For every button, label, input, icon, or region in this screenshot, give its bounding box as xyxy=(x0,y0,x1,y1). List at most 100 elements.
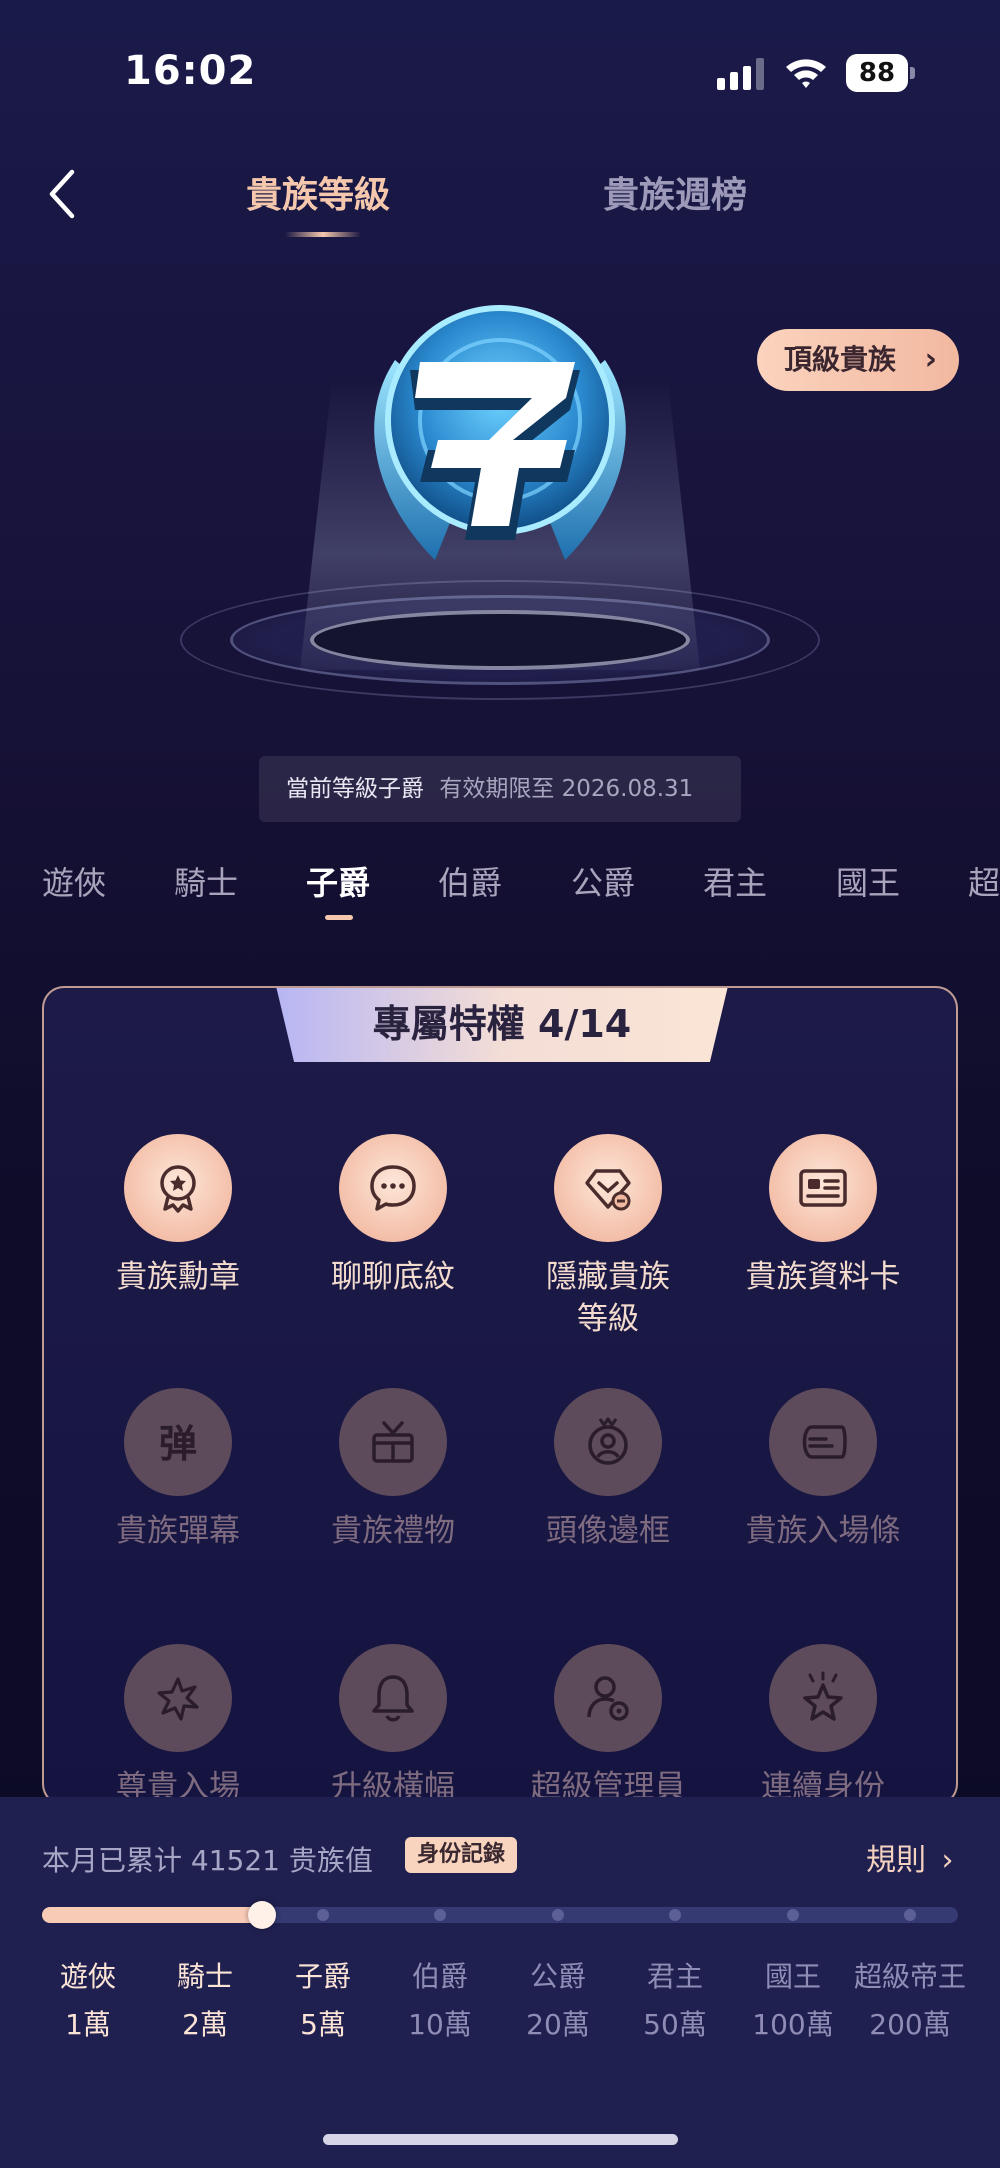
privilege-label: 貴族勳章 xyxy=(116,1259,240,1295)
privilege-item[interactable]: 弹 貴族彈幕 xyxy=(88,1388,268,1552)
tab-noble-level[interactable]: 貴族等級 xyxy=(246,166,390,218)
active-tab-indicator xyxy=(285,232,361,237)
star-crown-icon xyxy=(769,1644,877,1752)
tier-value: 20萬 xyxy=(526,2008,590,2041)
chat-bubble-icon xyxy=(339,1134,447,1242)
tier-name: 君主 xyxy=(646,1960,703,1993)
tier-value: 200萬 xyxy=(869,2008,951,2041)
tier-duke: 公爵 20萬 xyxy=(498,1957,618,2045)
level-tab-monarch[interactable]: 君主 xyxy=(703,858,767,904)
progress-milestone-dot xyxy=(552,1909,564,1921)
rules-label: 規則 xyxy=(866,1843,926,1878)
privilege-item[interactable]: 隱藏貴族 等級 xyxy=(518,1134,698,1340)
tier-viscount: 子爵 5萬 xyxy=(263,1957,383,2045)
progress-milestone-dot xyxy=(787,1909,799,1921)
privilege-label: 頭像邊框 xyxy=(546,1513,670,1549)
top-noble-button[interactable]: 頂級貴族 › xyxy=(757,329,959,391)
back-arrow-icon[interactable] xyxy=(44,164,84,224)
privilege-label: 貴族禮物 xyxy=(331,1513,455,1549)
tier-name: 遊俠 xyxy=(59,1960,116,1993)
progress-fill xyxy=(42,1907,262,1923)
sparkle-entrance-icon xyxy=(124,1644,232,1752)
tier-name: 子爵 xyxy=(294,1960,351,1993)
tier-value: 10萬 xyxy=(408,2008,472,2041)
avatar-frame-icon xyxy=(554,1388,662,1496)
level-tab-earl[interactable]: 伯爵 xyxy=(438,858,502,904)
status-bar: 16:02 88 xyxy=(0,0,1000,140)
battery-icon: 88 xyxy=(846,54,916,92)
accumulated-value-text: 本月已累计 41521 贵族值 xyxy=(42,1844,373,1877)
level-tab-super[interactable]: 超 xyxy=(968,858,1000,904)
identity-record-button[interactable]: 身份記錄 xyxy=(405,1837,518,1873)
current-level-text: 當前等級子爵 xyxy=(286,776,424,802)
privilege-item[interactable]: 貴族入場條 xyxy=(733,1388,913,1552)
admin-user-icon xyxy=(554,1644,662,1752)
medal-icon xyxy=(124,1134,232,1242)
privilege-label: 貴族入場條 xyxy=(745,1513,901,1549)
wifi-icon xyxy=(786,59,826,88)
tier-name: 騎士 xyxy=(176,1960,233,1993)
privilege-label: 隱藏貴族 等級 xyxy=(546,1259,670,1337)
expiry-text: 有效期限至 2026.08.31 xyxy=(439,776,694,802)
current-level-info: 當前等級子爵 有效期限至 2026.08.31 xyxy=(259,756,741,822)
tab-noble-weekly-rank[interactable]: 貴族週榜 xyxy=(603,166,747,218)
tier-monarch: 君主 50萬 xyxy=(615,1957,735,2045)
tier-value: 50萬 xyxy=(643,2008,707,2041)
progress-knob xyxy=(248,1901,276,1929)
privilege-item[interactable]: 連續身份 xyxy=(733,1644,913,1804)
chevron-right-icon: › xyxy=(941,1843,954,1878)
progress-milestone-dot xyxy=(904,1909,916,1921)
privilege-item[interactable]: 聊聊底紋 xyxy=(303,1134,483,1298)
level-tab-knight[interactable]: 騎士 xyxy=(174,858,238,904)
privilege-item[interactable]: 尊貴入場 xyxy=(88,1644,268,1804)
tier-name: 國王 xyxy=(764,1960,821,1993)
battery-level: 88 xyxy=(858,58,896,88)
progress-milestone-dot xyxy=(317,1909,329,1921)
tier-name: 伯爵 xyxy=(411,1960,468,1993)
stage-inner-ring xyxy=(310,610,690,670)
tier-knight: 騎士 2萬 xyxy=(145,1957,265,2045)
privilege-label: 貴族資料卡 xyxy=(745,1259,901,1295)
privilege-item[interactable]: 頭像邊框 xyxy=(518,1388,698,1552)
privilege-item[interactable]: 貴族勳章 xyxy=(88,1134,268,1298)
privileges-title: 專屬特權 4/14 xyxy=(276,988,728,1062)
level-tab-duke[interactable]: 公爵 xyxy=(571,858,635,904)
level-selector: 遊俠 騎士 子爵 伯爵 公爵 君主 國王 超 xyxy=(0,858,1000,928)
svg-text:弹: 弹 xyxy=(159,1422,197,1466)
entrance-bar-icon xyxy=(769,1388,877,1496)
progress-milestone-dot xyxy=(669,1909,681,1921)
viscount-badge-icon xyxy=(374,305,626,560)
tier-name: 公爵 xyxy=(529,1960,586,1993)
level-tab-ranger[interactable]: 遊俠 xyxy=(42,858,106,904)
tier-ranger: 遊俠 1萬 xyxy=(28,1957,148,2045)
home-indicator[interactable] xyxy=(323,2134,678,2145)
top-noble-label: 頂級貴族 xyxy=(784,343,897,376)
barrage-icon: 弹 xyxy=(124,1388,232,1496)
profile-card-icon xyxy=(769,1134,877,1242)
tier-value: 100萬 xyxy=(752,2008,834,2041)
tier-super-emperor: 超級帝王 200萬 xyxy=(850,1957,970,2045)
hidden-badge-icon xyxy=(554,1134,662,1242)
privilege-label: 聊聊底紋 xyxy=(331,1259,455,1295)
level-tab-indicator xyxy=(325,915,353,920)
level-tab-viscount[interactable]: 子爵 xyxy=(306,858,370,904)
tier-value: 5萬 xyxy=(300,2008,346,2041)
top-navigation: 貴族等級 貴族週榜 xyxy=(0,150,1000,260)
tier-earl: 伯爵 10萬 xyxy=(380,1957,500,2045)
cellular-signal-icon xyxy=(717,58,764,90)
privilege-label: 貴族彈幕 xyxy=(116,1513,240,1549)
privilege-item[interactable]: 貴族資料卡 xyxy=(733,1134,913,1298)
status-time: 16:02 xyxy=(124,48,257,94)
gift-box-icon xyxy=(339,1388,447,1496)
privilege-item[interactable]: 超級管理員 xyxy=(518,1644,698,1804)
level-tab-king[interactable]: 國王 xyxy=(836,858,900,904)
privilege-item[interactable]: 升級橫幅 xyxy=(303,1644,483,1804)
rules-link[interactable]: 規則 › xyxy=(866,1835,954,1879)
tier-value: 2萬 xyxy=(182,2008,228,2041)
noble-progress-panel: 本月已累计 41521 贵族值 身份記錄 規則 › 遊俠 1萬 騎士 2萬 子爵… xyxy=(0,1797,1000,2168)
tier-value: 1萬 xyxy=(65,2008,111,2041)
privilege-item[interactable]: 貴族禮物 xyxy=(303,1388,483,1552)
bell-icon xyxy=(339,1644,447,1752)
chevron-right-icon: › xyxy=(924,342,937,377)
tier-name: 超級帝王 xyxy=(853,1960,966,1993)
